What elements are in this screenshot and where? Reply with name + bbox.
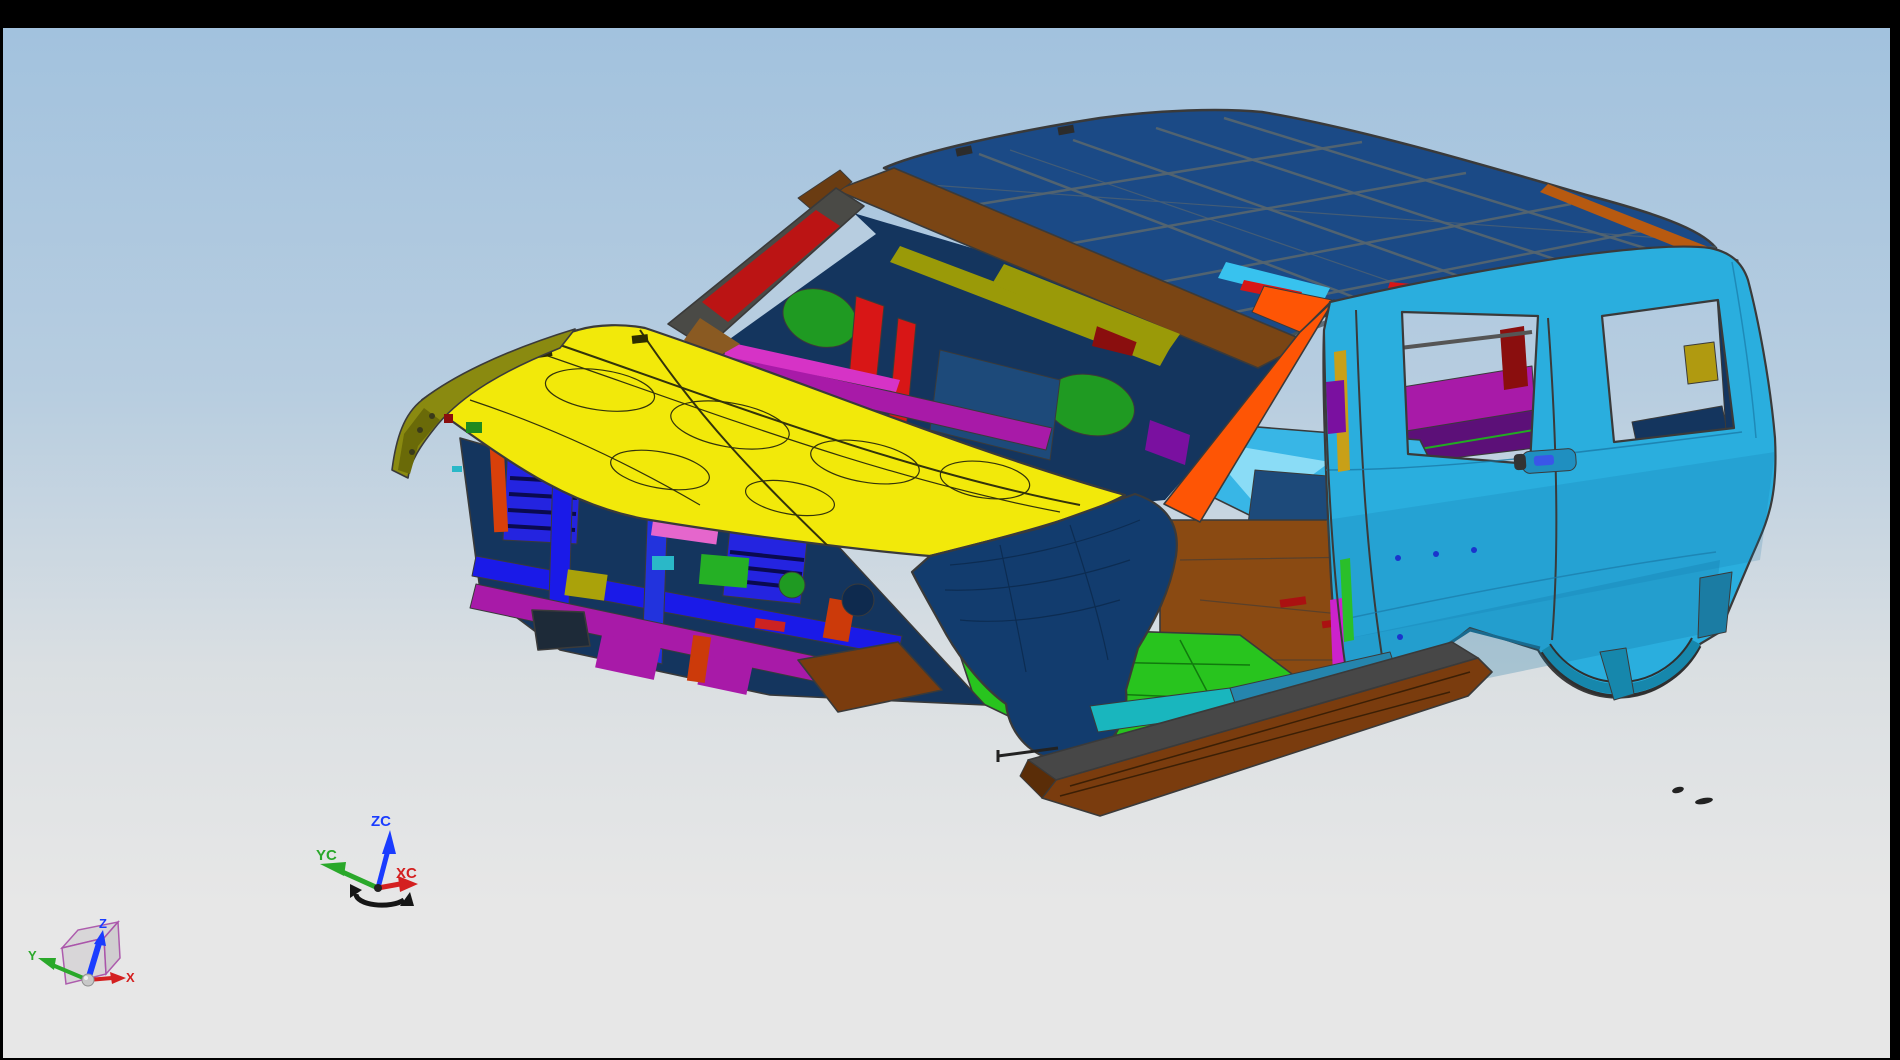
hood-slot bbox=[632, 334, 649, 344]
csys-y-label: Y bbox=[28, 948, 37, 963]
wcs-origin[interactable] bbox=[374, 884, 382, 892]
bumper-olive-part bbox=[564, 569, 607, 600]
rail-green-clip bbox=[466, 422, 482, 433]
csys-x-label: X bbox=[126, 970, 135, 985]
csys-origin-highlight bbox=[84, 976, 88, 980]
seat-belt-bracket bbox=[1684, 342, 1718, 384]
bumper-cyan-part bbox=[652, 556, 674, 570]
front-step-bracket bbox=[532, 610, 590, 650]
b-pillar-purple-part bbox=[1326, 380, 1346, 434]
plug-hole bbox=[1395, 555, 1401, 561]
rail-hole bbox=[429, 413, 435, 419]
bumper-green-part bbox=[699, 554, 749, 588]
wcs-z-label: ZC bbox=[371, 813, 391, 830]
rail-hole bbox=[417, 427, 423, 433]
csys-origin-sphere bbox=[82, 974, 94, 986]
wcs-x-label: XC bbox=[396, 865, 417, 882]
graphics-viewport[interactable]: ZC YC XC Z Y X bbox=[0, 0, 1900, 1060]
rail-hole bbox=[409, 449, 415, 455]
cad-application-window: ZC YC XC Z Y X bbox=[0, 0, 1900, 1060]
fog-lamp-hole bbox=[842, 584, 874, 616]
csys-z-label: Z bbox=[99, 916, 107, 931]
plug-hole bbox=[1471, 547, 1477, 553]
rail-red-clip bbox=[444, 414, 453, 423]
rail-cyan-clip bbox=[452, 466, 462, 472]
plug-hole bbox=[1433, 551, 1439, 557]
frame-left-edge bbox=[0, 0, 3, 1060]
plug-hole bbox=[1397, 634, 1403, 640]
wcs-y-label: YC bbox=[316, 847, 337, 864]
frame-top-bar bbox=[0, 0, 1900, 28]
frame-right-edge bbox=[1890, 0, 1900, 1060]
bumper-green-part bbox=[779, 572, 805, 598]
